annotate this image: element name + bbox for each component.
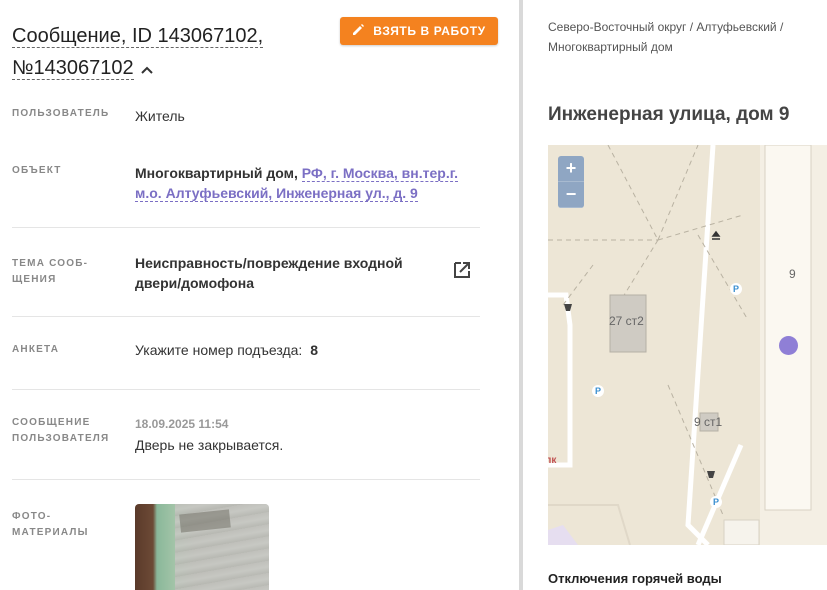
building-label: 9 ст1 — [694, 415, 723, 429]
object-value: Многоквартирный дом, РФ, г. Москва, вн.т… — [135, 163, 480, 203]
survey-answer: 8 — [310, 342, 318, 358]
parking-icon: P — [592, 385, 604, 397]
street-label: лк — [548, 455, 557, 466]
survey-label: АНКЕТА — [12, 344, 60, 355]
user-message-value: 18.09.2025 11:54 Дверь не закрывается. — [135, 415, 475, 455]
message-text: Дверь не закрывается. — [135, 437, 284, 453]
photos-label: ФОТО­МАТЕРИАЛЫ — [12, 511, 89, 538]
building-label: 27 ст2 — [609, 314, 644, 328]
topic-value: Неисправность/повреждение входной двери/… — [135, 255, 403, 291]
parking-icon: P — [710, 496, 722, 508]
map[interactable]: + − 27 ст2 9 ст1 9 лк P P P — [548, 145, 827, 545]
message-title[interactable]: Сообщение, ID 143067102, №143067102 — [12, 20, 312, 85]
divider — [12, 227, 480, 228]
map-zoom-controls: + − — [558, 156, 584, 208]
zoom-out-button[interactable]: − — [558, 182, 584, 208]
location-marker[interactable] — [779, 336, 798, 355]
message-panel: Сообщение, ID 143067102, №143067102 ВЗЯТ… — [0, 0, 519, 590]
building-label: 9 — [789, 267, 796, 281]
pencil-icon — [352, 23, 365, 39]
photo-thumbnail[interactable] — [135, 504, 269, 590]
divider — [12, 389, 480, 390]
message-date: 18.09.2025 11:54 — [135, 417, 229, 431]
object-address-heading: Инженерная улица, дом 9 — [548, 104, 790, 125]
object-label: ОБЪЕКТ — [12, 165, 62, 176]
breadcrumb: Северо-Восточный округ / Алтуфьевский / … — [548, 20, 784, 54]
open-external-icon[interactable] — [452, 260, 472, 285]
user-value: Житель — [135, 108, 185, 124]
user-label: ПОЛЬЗОВАТЕЛЬ — [12, 108, 110, 119]
topic-label: ТЕМА СООБ­ЩЕНИЯ — [12, 258, 87, 285]
poi-icon — [710, 229, 722, 247]
object-sidebar: Северо-Восточный округ / Алтуфьевский / … — [523, 0, 827, 590]
take-to-work-label: ВЗЯТЬ В РАБОТУ — [373, 24, 486, 38]
poi-icon — [705, 467, 717, 485]
object-type: Многоквартирный дом, — [135, 165, 298, 181]
survey-value: Укажите номер подъезда: 8 — [135, 340, 475, 360]
divider — [12, 479, 480, 480]
divider — [12, 316, 480, 317]
poi-icon — [562, 300, 574, 318]
survey-question: Укажите номер подъезда: — [135, 342, 303, 358]
parking-icon: P — [730, 283, 742, 295]
zoom-in-button[interactable]: + — [558, 156, 584, 182]
user-message-label: СООБЩЕНИЕ ПОЛЬЗОВАТЕЛЯ — [12, 417, 110, 444]
outage-heading: Отключения горячей воды — [548, 571, 722, 586]
chevron-up-icon[interactable] — [140, 53, 154, 85]
take-to-work-button[interactable]: ВЗЯТЬ В РАБОТУ — [340, 17, 498, 45]
